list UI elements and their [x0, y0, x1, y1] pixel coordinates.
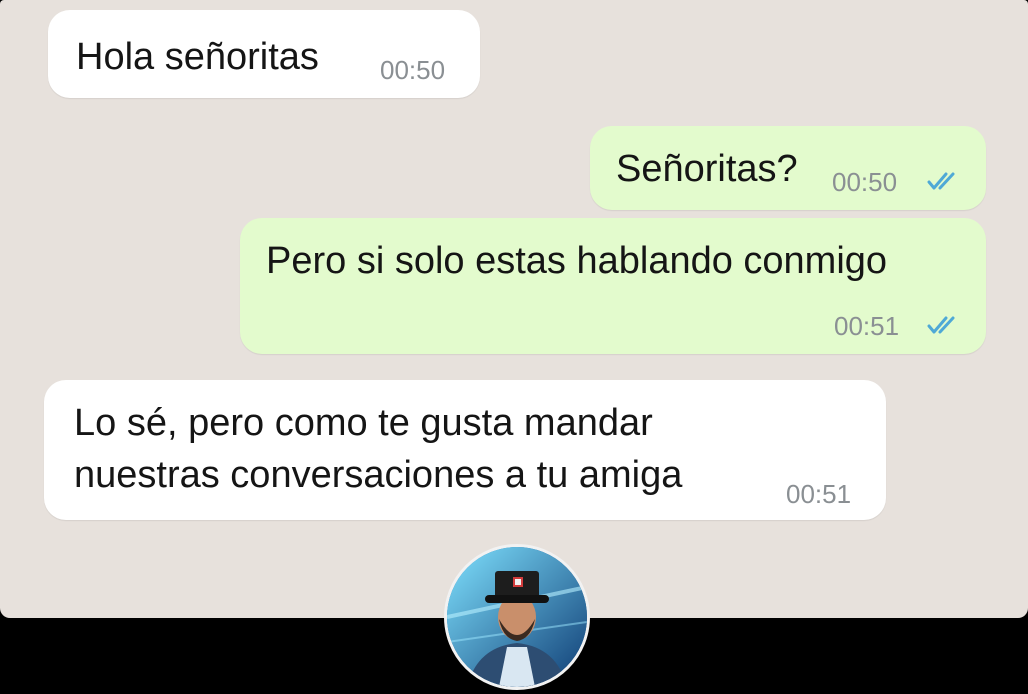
double-check-icon: [927, 172, 955, 190]
message-text-line-2: nuestras conversaciones a tu amiga: [74, 454, 683, 496]
message-text: Hola señoritas: [76, 36, 319, 78]
message-text: Pero si solo estas hablando conmigo: [266, 240, 888, 282]
message-bubble-outgoing[interactable]: Señoritas? 00:50: [590, 126, 986, 210]
message-timestamp: 00:50: [832, 167, 898, 197]
message-timestamp: 00:51: [786, 479, 852, 509]
message-timestamp: 00:51: [834, 311, 900, 341]
message-bubble-outgoing[interactable]: Pero si solo estas hablando conmigo 00:5…: [240, 218, 986, 354]
message-bubble-incoming[interactable]: Hola señoritas 00:50: [48, 10, 480, 98]
message-timestamp: 00:50: [380, 55, 446, 85]
double-check-icon: [927, 316, 955, 334]
message-text: Señoritas?: [616, 148, 798, 190]
avatar-portrait: [447, 547, 587, 687]
message-bubble-incoming[interactable]: Lo sé, pero como te gusta mandar nuestra…: [44, 380, 886, 520]
message-text-line-1: Lo sé, pero como te gusta mandar: [74, 402, 653, 444]
creator-avatar: [444, 544, 590, 690]
chat-area[interactable]: Hola señoritas 00:50 Señoritas? 00:50 Pe…: [0, 0, 1028, 618]
screenshot: Hola señoritas 00:50 Señoritas? 00:50 Pe…: [0, 0, 1028, 694]
